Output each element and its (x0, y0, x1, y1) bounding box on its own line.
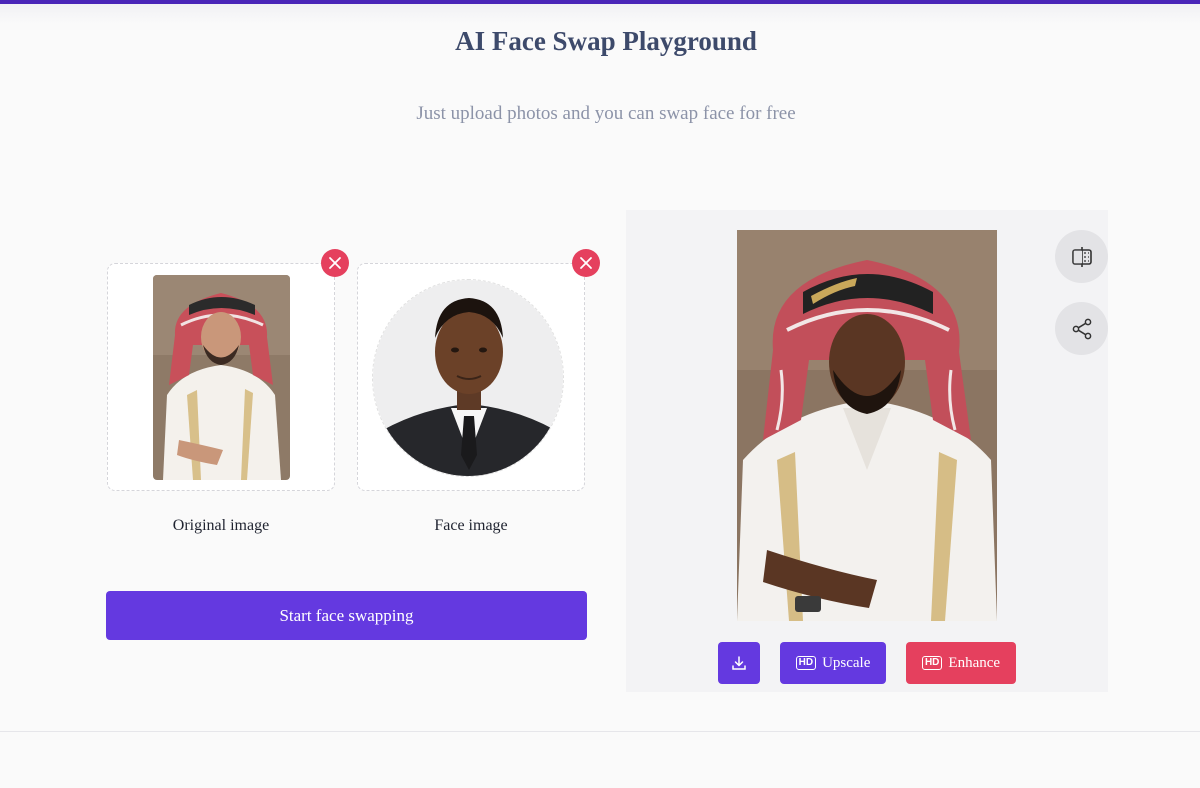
upscale-button[interactable]: HD Upscale (780, 642, 886, 684)
share-icon (1072, 318, 1091, 339)
page-title: AI Face Swap Playground (455, 26, 757, 56)
download-button[interactable] (718, 642, 760, 684)
header-shadow (0, 4, 1200, 24)
enhance-button[interactable]: HD Enhance (906, 642, 1016, 684)
upscale-label: Upscale (822, 654, 871, 671)
face-image-preview (372, 279, 564, 477)
download-icon (732, 656, 746, 670)
face-image-label: Face image (434, 517, 508, 534)
remove-face-button[interactable] (572, 249, 600, 277)
remove-original-button[interactable] (321, 249, 349, 277)
compare-icon (1071, 246, 1092, 267)
start-face-swapping-button[interactable]: Start face swapping (106, 591, 587, 640)
original-image-label: Original image (172, 517, 270, 534)
original-image-upload[interactable] (107, 263, 335, 491)
share-button[interactable] (1055, 302, 1108, 355)
compare-button[interactable] (1055, 230, 1108, 283)
hd-icon: HD (795, 656, 817, 670)
page-subtitle: Just upload photos and you can swap face… (416, 103, 796, 124)
result-panel: HD Upscale HD Enhance (626, 210, 1108, 692)
close-icon (329, 257, 341, 269)
result-image (737, 230, 997, 621)
close-icon (580, 257, 592, 269)
footer-divider (0, 731, 1200, 732)
original-image-preview (153, 275, 290, 480)
enhance-label: Enhance (948, 654, 1001, 671)
face-image-upload[interactable] (357, 263, 585, 491)
hd-icon: HD (921, 656, 943, 670)
